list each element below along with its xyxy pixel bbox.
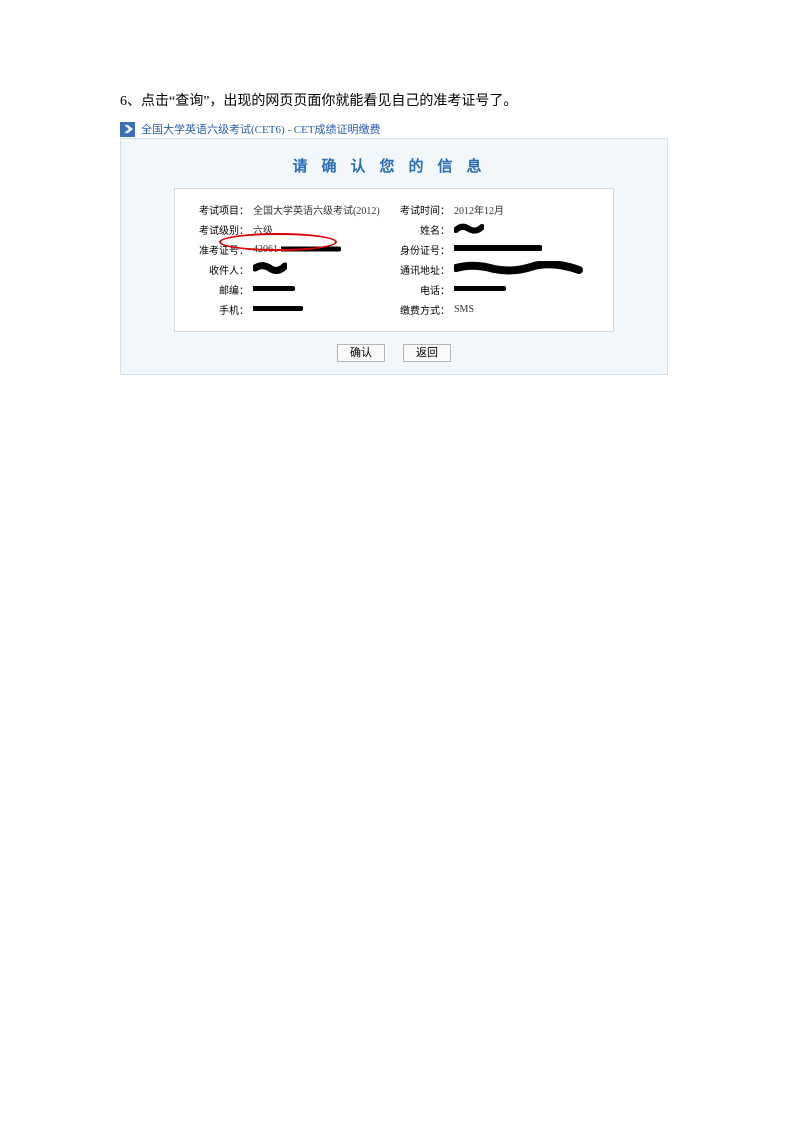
confirm-button[interactable]: 确认 bbox=[337, 344, 385, 362]
exam-project-label: 考试项目： bbox=[193, 202, 249, 217]
recipient-value-redacted bbox=[253, 262, 287, 277]
info-row: 考试级别： 六级 姓名： bbox=[193, 219, 595, 239]
info-box: 考试项目： 全国大学英语六级考试(2012) 考试时间： 2012年12月 考试… bbox=[174, 188, 614, 332]
info-row: 准考证号： 42061 身份证号： bbox=[193, 239, 595, 259]
back-button[interactable]: 返回 bbox=[403, 344, 451, 362]
name-value-redacted bbox=[454, 222, 484, 237]
instruction-text: 6、点击“查询”，出现的网页页面你就能看见自己的准考证号了。 bbox=[120, 90, 753, 110]
admission-num-label: 准考证号： bbox=[193, 242, 249, 257]
panel-header: 全国大学英语六级考试(CET6) - CET成绩证明缴费 bbox=[120, 120, 668, 138]
panel-body: 请确认您的信息 考试项目： 全国大学英语六级考试(2012) 考试时间： 201… bbox=[120, 138, 668, 375]
payment-method-label: 缴费方式： bbox=[394, 302, 450, 317]
confirm-heading: 请确认您的信息 bbox=[141, 155, 647, 176]
exam-time-value: 2012年12月 bbox=[454, 202, 504, 217]
phone-value-redacted bbox=[454, 284, 506, 295]
button-row: 确认 返回 bbox=[141, 344, 647, 362]
payment-method-value: SMS bbox=[454, 304, 474, 315]
exam-project-value: 全国大学英语六级考试(2012) bbox=[253, 202, 380, 217]
mobile-label: 手机： bbox=[193, 302, 249, 317]
address-label: 通讯地址： bbox=[394, 262, 450, 277]
panel-title: 全国大学英语六级考试(CET6) - CET成绩证明缴费 bbox=[141, 121, 381, 137]
postcode-label: 邮编： bbox=[193, 282, 249, 297]
exam-time-label: 考试时间： bbox=[394, 202, 450, 217]
info-row: 考试项目： 全国大学英语六级考试(2012) 考试时间： 2012年12月 bbox=[193, 199, 595, 219]
info-row: 手机： 缴费方式： SMS bbox=[193, 299, 595, 319]
phone-label: 电话： bbox=[394, 282, 450, 297]
exam-level-value: 六级 bbox=[253, 222, 273, 237]
address-value-redacted bbox=[454, 261, 584, 278]
exam-level-label: 考试级别： bbox=[193, 222, 249, 237]
info-row: 邮编： 电话： bbox=[193, 279, 595, 299]
idcard-value-redacted bbox=[454, 244, 542, 255]
recipient-label: 收件人： bbox=[193, 262, 249, 277]
name-label: 姓名： bbox=[394, 222, 450, 237]
idcard-label: 身份证号： bbox=[394, 242, 450, 257]
postcode-value-redacted bbox=[253, 284, 295, 295]
chevron-right-icon bbox=[120, 122, 135, 137]
screenshot-panel: 全国大学英语六级考试(CET6) - CET成绩证明缴费 请确认您的信息 考试项… bbox=[120, 120, 668, 375]
mobile-value-redacted bbox=[253, 304, 303, 315]
admission-num-prefix: 42061 bbox=[253, 244, 278, 255]
admission-num-value: 42061 bbox=[253, 244, 341, 255]
info-row: 收件人： 通讯地址： bbox=[193, 259, 595, 279]
